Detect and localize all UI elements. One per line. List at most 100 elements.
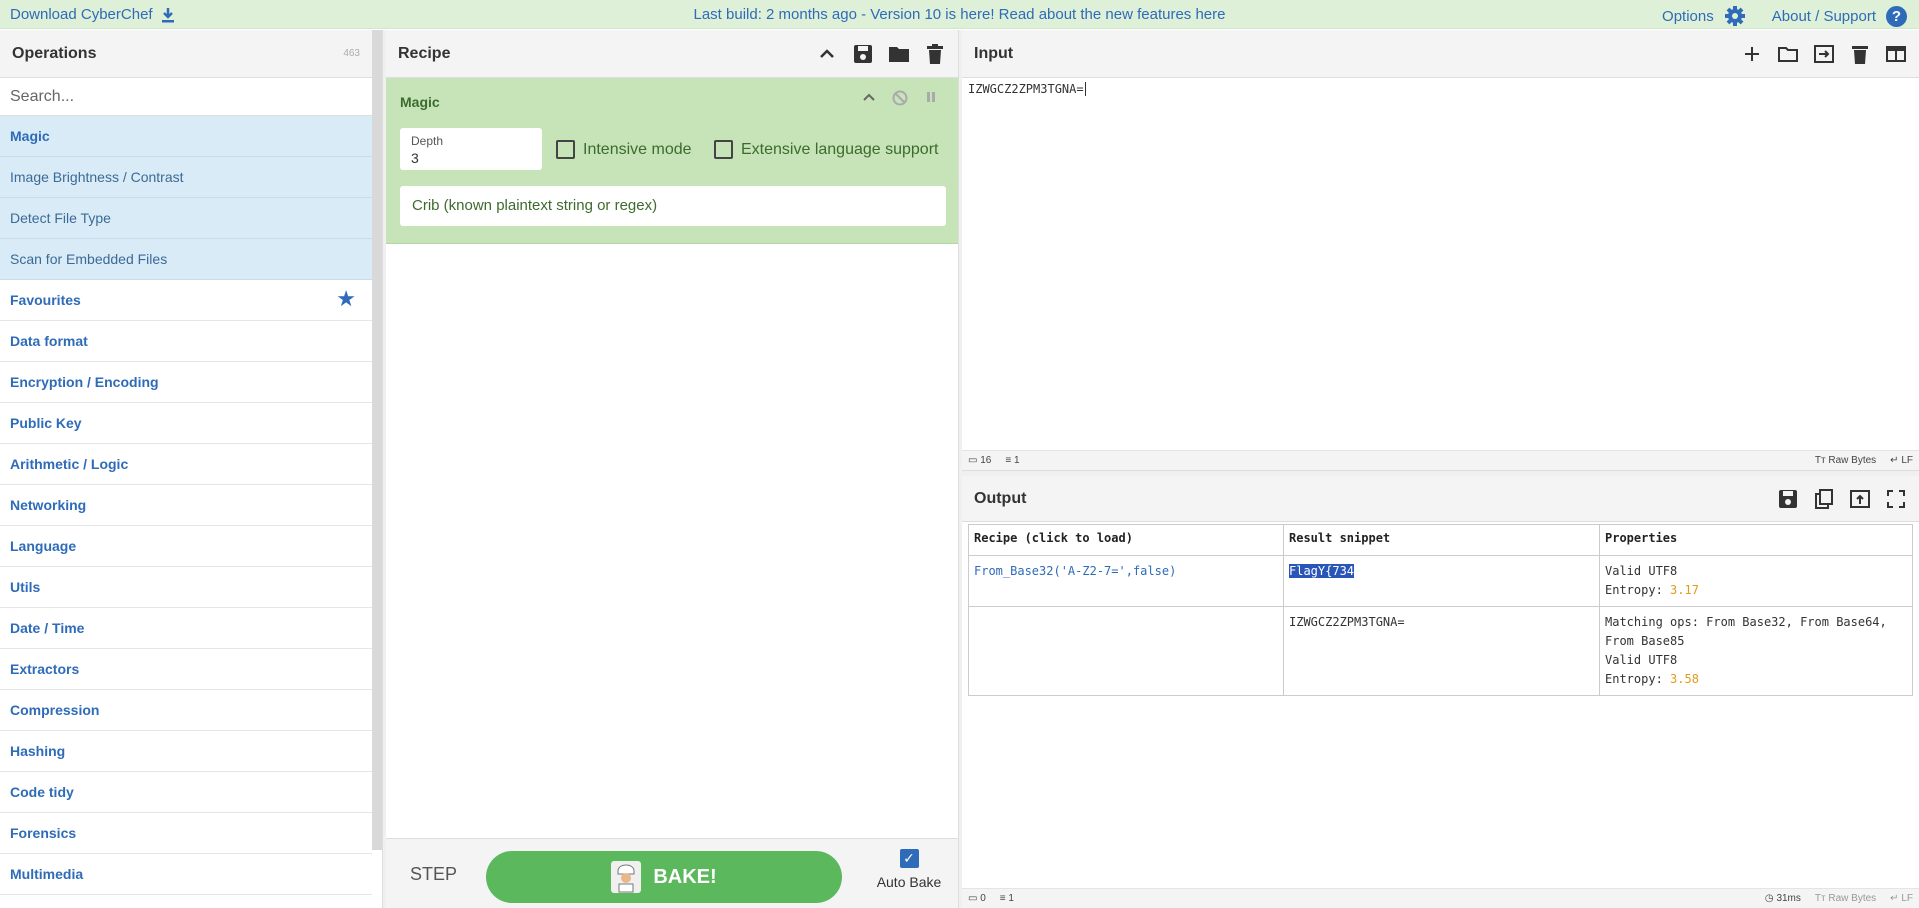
search-result-magic[interactable]: Magic [0, 116, 372, 157]
output-title: Output [974, 490, 1027, 507]
category-multimedia[interactable]: Multimedia [0, 854, 372, 895]
disable-icon[interactable] [892, 90, 908, 106]
bake-button[interactable]: BAKE! [486, 851, 842, 903]
open-folder-icon[interactable] [1777, 43, 1799, 65]
auto-bake-checkbox[interactable]: ✓ [899, 849, 919, 868]
entropy-value: 3.58 [1670, 672, 1699, 686]
category-language[interactable]: Language [0, 526, 372, 567]
checkbox-box[interactable] [556, 140, 575, 159]
table-header-row: Recipe (click to load) Result snippet Pr… [968, 524, 1913, 556]
category-public-key[interactable]: Public Key [0, 403, 372, 444]
layout-icon[interactable] [1885, 43, 1907, 65]
operations-header: Operations 463 [0, 30, 372, 78]
save-icon[interactable] [852, 43, 874, 65]
checkbox-box[interactable] [714, 140, 733, 159]
col-recipe: Recipe (click to load) [968, 524, 1284, 556]
search-result-image-brightness[interactable]: Image Brightness / Contrast [0, 157, 372, 198]
entropy-value: 3.17 [1670, 583, 1699, 597]
search-input[interactable] [0, 78, 372, 115]
output-status-bar: ▭ 0 ≡ 1 ◷ 31ms Tт Raw Bytes ↵ LF [962, 888, 1919, 908]
magic-op-title: Magic [400, 94, 440, 110]
top-banner: Download CyberChef Last build: 2 months … [0, 0, 1919, 29]
category-data-format[interactable]: Data format [0, 321, 372, 362]
operations-title: Operations [12, 45, 97, 62]
category-arithmetic-logic[interactable]: Arithmetic / Logic [0, 444, 372, 485]
step-button[interactable]: STEP [410, 864, 457, 885]
maximise-icon[interactable] [1885, 488, 1907, 510]
magic-results-table: Recipe (click to load) Result snippet Pr… [968, 524, 1913, 696]
recipe-cell[interactable] [968, 606, 1284, 696]
search-result-detect-file-type[interactable]: Detect File Type [0, 198, 372, 239]
input-pane: Input IZWGCZ2ZPM3TGNA= ▭ 16 ≡ 1 Tт Raw B… [962, 30, 1919, 470]
recipe-link[interactable]: From_Base32('A-Z2-7=',false) [974, 564, 1176, 578]
encoding-selector[interactable]: Tт Raw Bytes [1815, 455, 1876, 466]
magic-operation: Magic Depth 3 Intensive mode Extensive l… [386, 78, 958, 244]
category-date-time[interactable]: Date / Time [0, 608, 372, 649]
extensive-language-label: Extensive language support [741, 140, 939, 158]
input-textarea[interactable]: IZWGCZ2ZPM3TGNA= [968, 82, 1086, 96]
result-cell: FlagY{734 [1283, 555, 1600, 607]
bake-bar: STEP BAKE! ✓ Auto Bake [386, 838, 958, 908]
category-hashing[interactable]: Hashing [0, 731, 372, 772]
save-output-icon[interactable] [1777, 488, 1799, 510]
category-networking[interactable]: Networking [0, 485, 372, 526]
char-count-icon: ▭ 0 [968, 893, 986, 904]
line-count-icon: ≡ 1 [1005, 455, 1020, 466]
auto-bake-toggle[interactable]: ✓ Auto Bake [872, 849, 946, 890]
replace-input-icon[interactable] [1849, 488, 1871, 510]
star-icon: ★ [336, 286, 356, 311]
recipe-title: Recipe [398, 45, 451, 62]
bake-time: ◷ 31ms [1764, 893, 1801, 904]
trash-icon[interactable] [924, 43, 946, 65]
encoding-selector[interactable]: Tт Raw Bytes [1815, 893, 1876, 904]
recipe-cell[interactable]: From_Base32('A-Z2-7=',false) [968, 555, 1284, 607]
options-label[interactable]: Options [1662, 8, 1714, 25]
depth-field[interactable]: Depth 3 [400, 128, 542, 170]
operations-scrollbar[interactable] [372, 30, 382, 850]
search-result-scan-embedded-files[interactable]: Scan for Embedded Files [0, 239, 372, 280]
category-compression[interactable]: Compression [0, 690, 372, 731]
depth-value[interactable]: 3 [411, 150, 419, 166]
crib-input[interactable]: Crib (known plaintext string or regex) [400, 186, 946, 226]
chevron-up-icon[interactable] [816, 43, 838, 65]
category-code-tidy[interactable]: Code tidy [0, 772, 372, 813]
entropy-line: Entropy: 3.17 [1605, 583, 1699, 597]
operations-search [0, 78, 372, 116]
pause-icon[interactable] [924, 90, 938, 104]
category-label: Favourites [10, 292, 81, 308]
build-notice-link[interactable]: Last build: 2 months ago - Version 10 is… [0, 6, 1919, 23]
input-text-value[interactable]: IZWGCZ2ZPM3TGNA= [968, 82, 1084, 96]
entropy-line: Entropy: 3.58 [1605, 672, 1699, 686]
eol-selector[interactable]: ↵ LF [1890, 893, 1913, 904]
about-support-label[interactable]: About / Support [1772, 8, 1876, 25]
output-pane: Output Recipe (click to load) Result sni… [962, 476, 1919, 908]
category-utils[interactable]: Utils [0, 567, 372, 608]
plus-icon[interactable] [1741, 43, 1763, 65]
input-header: Input [962, 30, 1919, 78]
copy-icon[interactable] [1813, 488, 1835, 510]
clear-input-trash-icon[interactable] [1849, 43, 1871, 65]
category-extractors[interactable]: Extractors [0, 649, 372, 690]
help-icon[interactable]: ? [1886, 5, 1907, 27]
property-line: Valid UTF8 [1605, 564, 1678, 578]
output-header: Output [962, 476, 1919, 522]
operations-pane: Operations 463 Magic Image Brightness / … [0, 30, 372, 908]
table-row: IZWGCZ2ZPM3TGNA= Matching ops: From Base… [968, 606, 1913, 696]
col-result: Result snippet [1283, 524, 1600, 556]
open-file-icon[interactable] [1813, 43, 1835, 65]
recipe-header: Recipe [386, 30, 958, 78]
auto-bake-label: Auto Bake [876, 874, 942, 890]
line-count-icon: ≡ 1 [999, 893, 1014, 904]
category-favourites[interactable]: Favourites ★ [0, 280, 372, 321]
collapse-icon[interactable] [862, 90, 876, 104]
depth-label: Depth [411, 134, 444, 148]
category-forensics[interactable]: Forensics [0, 813, 372, 854]
folder-icon[interactable] [888, 43, 910, 65]
eol-selector[interactable]: ↵ LF [1890, 455, 1913, 466]
property-line: Matching ops: From Base32, From Base64, … [1605, 615, 1887, 648]
gear-icon[interactable] [1724, 5, 1746, 27]
extensive-language-checkbox[interactable]: Extensive language support [714, 140, 938, 159]
category-encryption-encoding[interactable]: Encryption / Encoding [0, 362, 372, 403]
properties-cell: Valid UTF8 Entropy: 3.17 [1599, 555, 1913, 607]
intensive-mode-checkbox[interactable]: Intensive mode [556, 140, 692, 159]
